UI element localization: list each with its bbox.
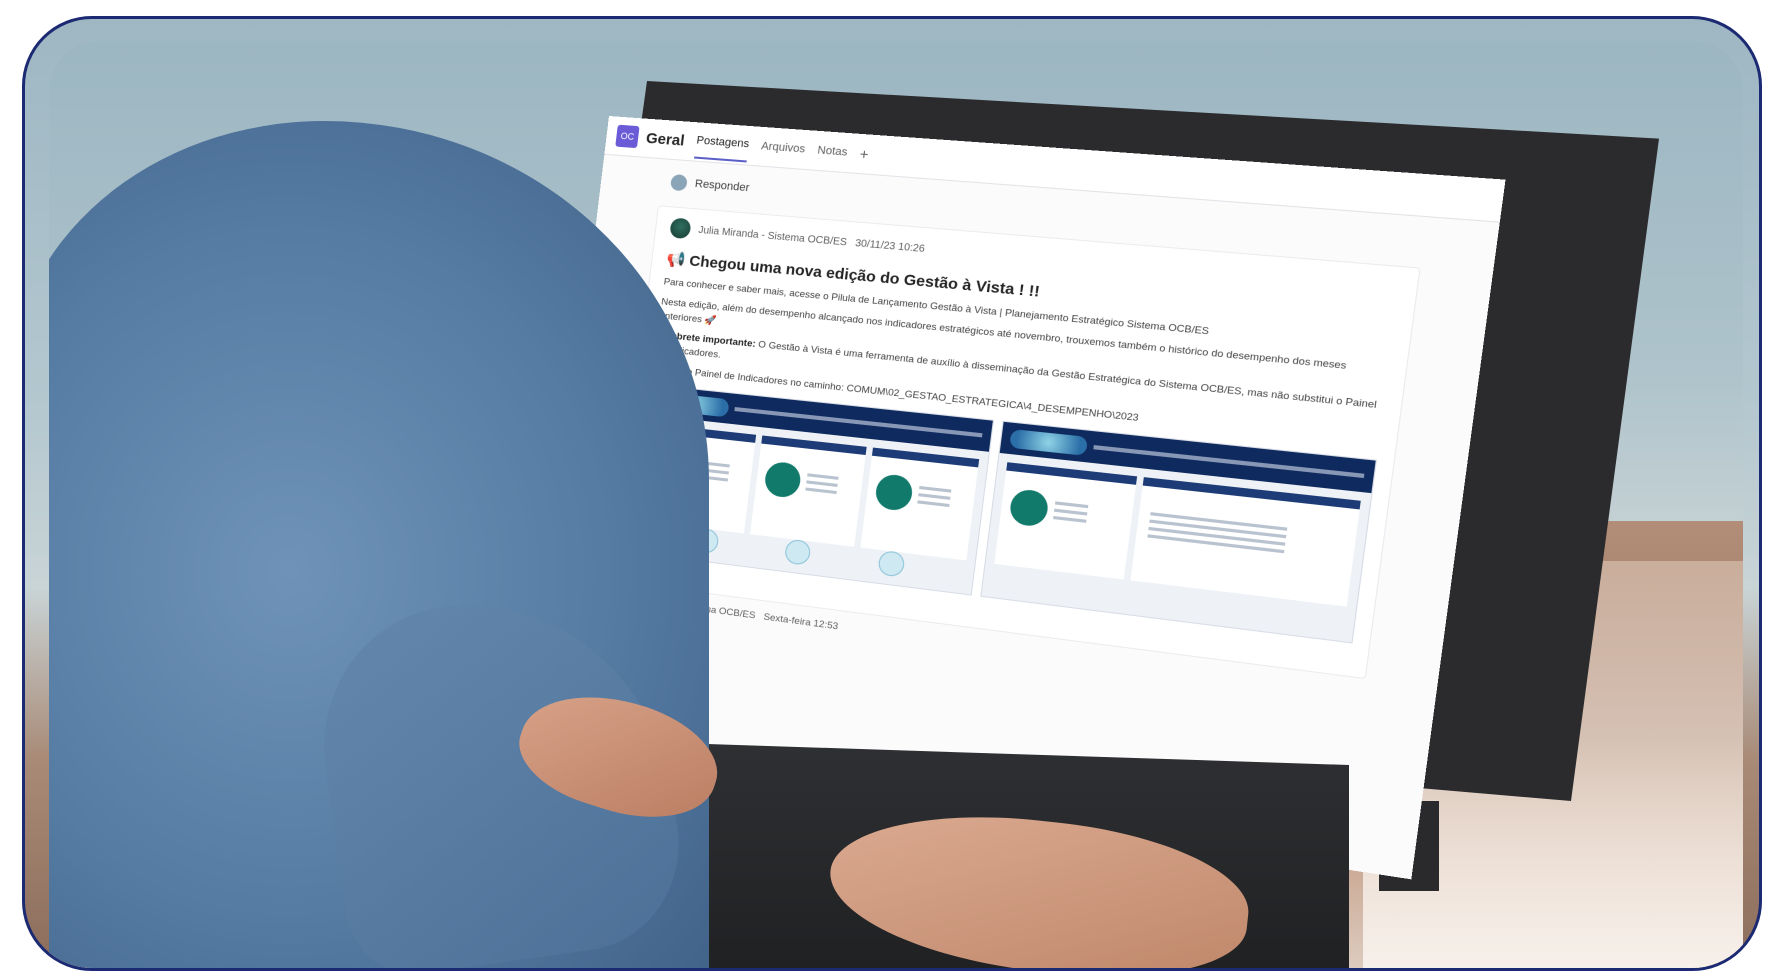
donut-chart xyxy=(763,460,803,499)
card-lines xyxy=(1147,507,1288,557)
team-badge[interactable]: OC xyxy=(615,124,640,149)
card-lines xyxy=(1053,497,1089,527)
card-lines xyxy=(916,481,952,510)
donut-chart xyxy=(1008,487,1050,528)
next-post-timestamp: Sexta-feira 12:53 xyxy=(762,611,839,633)
tab-postagens[interactable]: Postagens xyxy=(694,124,752,163)
post-author[interactable]: Julia Miranda - Sistema OCB/ES xyxy=(698,224,848,248)
reply-label[interactable]: Responder xyxy=(694,178,750,194)
add-tab-button[interactable]: + xyxy=(859,145,870,162)
laptop-photo: OC Geral Postagens Arquivos Notas + Resp… xyxy=(49,41,1743,968)
gestao-panel-right xyxy=(980,420,1378,644)
indicator-card xyxy=(860,447,980,560)
tab-notas[interactable]: Notas xyxy=(815,134,849,169)
tab-arquivos[interactable]: Arquivos xyxy=(759,130,807,166)
gestao-logo xyxy=(1009,428,1089,456)
card-lines xyxy=(805,469,839,498)
info-card xyxy=(1130,476,1361,607)
avatar xyxy=(669,174,688,192)
photo-frame: OC Geral Postagens Arquivos Notas + Resp… xyxy=(22,16,1762,971)
post-timestamp: 30/11/23 10:26 xyxy=(854,237,926,255)
author-avatar[interactable] xyxy=(669,217,692,240)
donut-chart xyxy=(873,472,914,512)
indicator-card xyxy=(994,461,1138,580)
post-image[interactable] xyxy=(630,383,1378,644)
channel-name: Geral xyxy=(645,129,686,150)
indicator-card xyxy=(750,435,867,547)
megaphone-icon: 📢 xyxy=(665,250,687,270)
